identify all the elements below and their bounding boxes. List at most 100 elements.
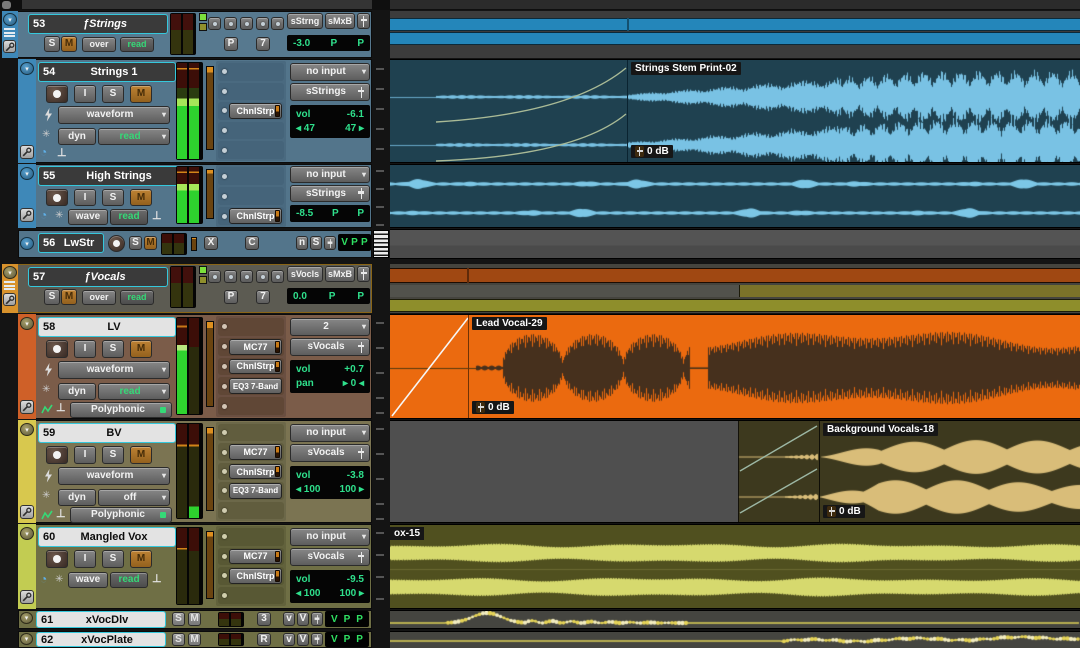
insert-slot-d[interactable] <box>218 122 284 140</box>
insert-slot-e[interactable] <box>218 502 284 519</box>
track-62-output-window-button[interactable] <box>311 633 323 646</box>
clip-gain-label[interactable]: 0 dB <box>472 401 514 414</box>
insert-slot-c[interactable]: ChnlStrp <box>218 358 284 376</box>
track-58-input-monitor-button[interactable]: I <box>74 340 96 358</box>
insert-mc77[interactable]: MC77 <box>229 444 282 459</box>
track-58-mute-button[interactable]: M <box>130 340 152 358</box>
track-53-solo-button[interactable]: S <box>44 36 60 52</box>
track-55-view-selector[interactable]: wave <box>68 209 108 225</box>
track-53-mute-button[interactable]: M <box>61 36 77 52</box>
track-54-mute-button[interactable]: M <box>130 85 152 103</box>
metronome-icon[interactable]: ⊥ <box>57 146 67 159</box>
track-54-view-selector[interactable]: waveform▾ <box>58 106 170 124</box>
track-53-send-slot-c[interactable] <box>240 17 253 30</box>
insert-chnlstrp[interactable]: ChnlStrp <box>229 464 282 479</box>
track-60-record-button[interactable] <box>46 550 68 568</box>
track-57-record-mode-button[interactable]: over <box>82 290 116 305</box>
track-60-solo-button[interactable]: S <box>102 550 124 568</box>
track-54-input-selector[interactable]: no input▾ <box>290 63 370 81</box>
wrench-icon[interactable] <box>20 208 34 222</box>
elastic-audio-icon[interactable] <box>40 402 53 416</box>
track-57-output-window-button[interactable] <box>357 266 370 282</box>
track-61-insert-slot[interactable]: 3 <box>257 612 271 626</box>
track-61-view-small-button[interactable]: v <box>283 612 295 626</box>
insert-slot-c[interactable]: ChnlStrp <box>218 207 284 225</box>
track-58-vol-pan-display[interactable]: vol+0.7 pan▸ 0 ◂ <box>290 360 370 393</box>
insert-slot-a[interactable] <box>218 318 284 336</box>
track-59-disclosure-icon[interactable]: ▾ <box>20 423 34 436</box>
track-60-vol-pan-display[interactable]: vol-9.5 ◂ 100100 ▸ <box>290 570 370 603</box>
metronome-icon[interactable]: ⊥ <box>56 401 66 414</box>
track-56-midi-lane[interactable] <box>390 229 1080 259</box>
track-55-solo-button[interactable]: S <box>102 189 124 206</box>
track-59-output-selector[interactable]: sVocals <box>290 444 370 462</box>
track-62-name-plate[interactable]: 62xVocPlate <box>36 632 166 647</box>
track-62-insert-slot[interactable]: R <box>257 633 271 646</box>
insert-slot-c[interactable]: ChnlStrp <box>218 102 284 120</box>
track-59-mute-button[interactable]: M <box>130 446 152 464</box>
track-59-lane[interactable]: Background Vocals-18 0 dB <box>390 420 1080 523</box>
track-59-view-selector[interactable]: waveform▾ <box>58 467 170 485</box>
insert-slot-d[interactable]: EQ3 7-Band <box>218 482 284 499</box>
track-53-send-p-button[interactable]: P <box>224 37 238 51</box>
track-61-output-window-button[interactable] <box>311 612 323 626</box>
track-58-output-selector[interactable]: sVocals <box>290 338 370 356</box>
track-55-automation-selector[interactable]: read <box>110 209 148 225</box>
wrench-icon[interactable] <box>3 293 16 306</box>
freeze-icon[interactable]: ✳ <box>55 574 63 585</box>
track-56-disclosure-icon[interactable]: ▾ <box>20 237 34 250</box>
track-59-vol-pan-display[interactable]: vol-3.8 ◂ 100100 ▸ <box>290 466 370 499</box>
track-55-name-plate[interactable]: 55High Strings <box>38 166 186 186</box>
track-61-name-plate[interactable]: 61xVocDlv <box>36 611 166 628</box>
track-58-view-selector[interactable]: waveform▾ <box>58 361 170 379</box>
track-60-gain-sliver[interactable] <box>206 531 214 599</box>
track-57-disclosure-icon[interactable]: ▾ <box>3 266 17 279</box>
track-53-automation-button[interactable]: read <box>120 37 154 52</box>
freeze-icon[interactable]: ✳ <box>55 210 63 221</box>
insert-slot-c[interactable]: ChnlStrp <box>218 463 284 480</box>
track-54-input-monitor-button[interactable]: I <box>74 85 96 103</box>
track-57-send-slot-c[interactable] <box>240 270 253 283</box>
track-53-send-7-button[interactable]: 7 <box>256 37 270 51</box>
track-57-folder-lane[interactable] <box>390 264 1080 313</box>
timebase-clock-icon[interactable]: ◔ <box>40 145 47 159</box>
insert-slot-c[interactable]: ChnlStrp <box>218 567 284 585</box>
insert-chnlstrp[interactable]: ChnlStrp <box>229 103 282 119</box>
freeze-icon[interactable]: ✳ <box>42 490 50 501</box>
insert-slot-e[interactable] <box>218 141 284 159</box>
metronome-icon[interactable]: ⊥ <box>152 572 162 585</box>
track-58-disclosure-icon[interactable]: ▾ <box>20 317 34 330</box>
insert-slot-b[interactable] <box>218 187 284 205</box>
track-55-output-selector[interactable]: sStrings <box>290 185 370 202</box>
track-60-output-selector[interactable]: sVocals <box>290 548 370 566</box>
track-55-mute-button[interactable]: M <box>130 189 152 206</box>
track-56-name-plate[interactable]: 56LwStr <box>38 233 104 253</box>
insert-slot-b[interactable]: MC77 <box>218 338 284 356</box>
track-56-vpp-display[interactable]: VPP <box>338 234 371 251</box>
mini-piano-keyboard[interactable] <box>373 230 389 258</box>
metronome-icon[interactable]: ⊥ <box>152 209 162 222</box>
track-62-automation-lane[interactable] <box>390 631 1080 648</box>
insert-slot-e[interactable] <box>218 397 284 415</box>
track-54-name-plate[interactable]: 54Strings 1 <box>38 62 176 82</box>
insert-slot-b[interactable] <box>218 83 284 101</box>
clip-gain-label[interactable]: 0 dB <box>823 505 865 518</box>
track-53-output-b-button[interactable]: sMxB <box>325 13 355 29</box>
insert-mc77[interactable]: MC77 <box>229 339 282 355</box>
insert-slot-a[interactable] <box>218 167 284 185</box>
insert-eq3[interactable]: EQ3 7-Band <box>229 378 282 394</box>
track-61-view-button[interactable]: V <box>297 612 309 626</box>
track-57-output-a-button[interactable]: sVocls <box>287 266 323 282</box>
insert-slot-d[interactable]: EQ3 7-Band <box>218 377 284 395</box>
track-53-send-slot-e[interactable] <box>271 17 284 30</box>
track-59-solo-button[interactable]: S <box>102 446 124 464</box>
freeze-icon[interactable]: ✳ <box>42 129 50 140</box>
track-58-name-plate[interactable]: 58LV <box>38 317 176 337</box>
track-61-mute-button[interactable]: M <box>188 612 201 626</box>
track-53-send-slot-b[interactable] <box>224 17 237 30</box>
track-55-input-selector[interactable]: no input▾ <box>290 166 370 183</box>
track-60-name-plate[interactable]: 60Mangled Vox <box>38 527 176 547</box>
track-54-clip-strings-stem[interactable]: Strings Stem Print-02 0 dB <box>390 59 1080 163</box>
track-55-volume-display[interactable]: -8.5PP <box>290 205 370 222</box>
elastic-audio-icon[interactable] <box>40 508 53 522</box>
